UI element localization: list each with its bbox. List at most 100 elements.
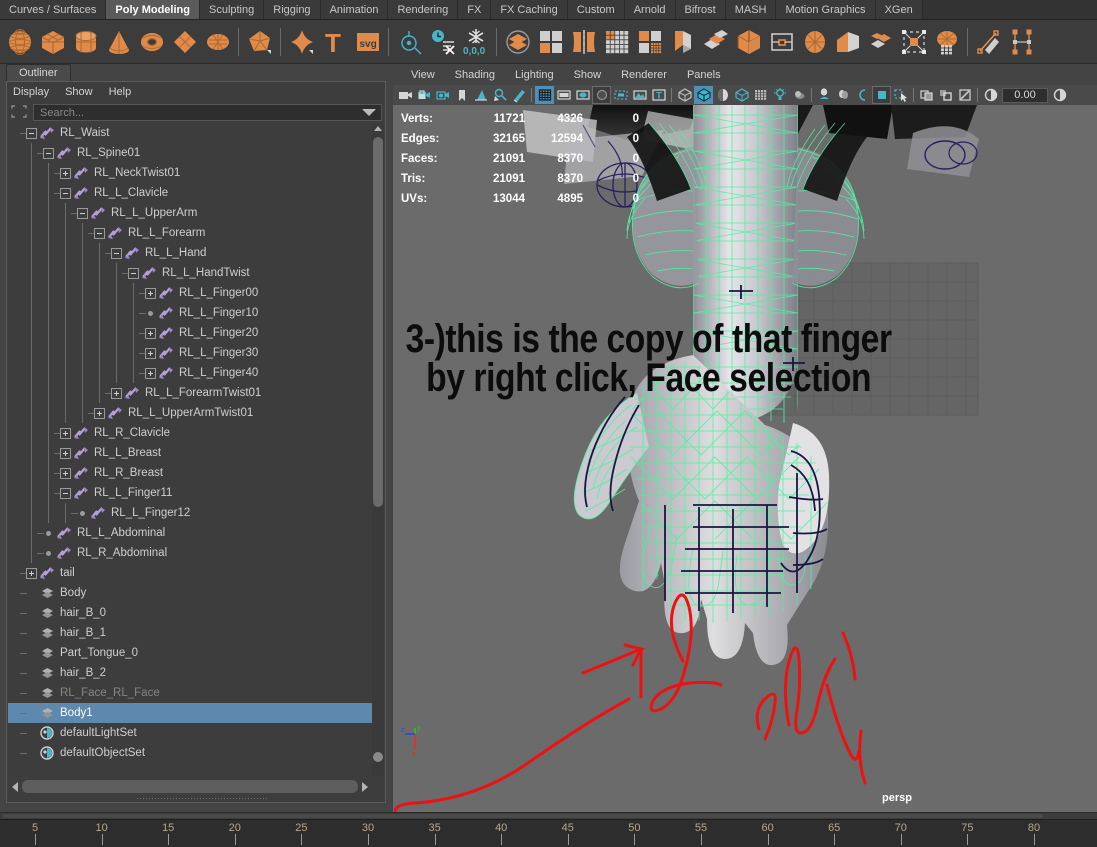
tree-expander-minus[interactable]	[43, 147, 54, 159]
tree-expander-minus[interactable]	[94, 227, 105, 239]
tree-row[interactable]: RL_L_Hand	[8, 243, 372, 263]
multi-cut-icon[interactable]	[930, 22, 963, 62]
tree-row[interactable]: RL_L_UpperArmTwist01	[8, 403, 372, 423]
tree-row[interactable]: defaultLightSet	[8, 723, 372, 743]
target-weld-icon[interactable]	[897, 22, 930, 62]
tree-row[interactable]: RL_L_Abdominal	[8, 523, 372, 543]
horizontal-scroll-thumb[interactable]	[22, 780, 358, 793]
image-plane-icon[interactable]	[471, 86, 490, 104]
shelf-tab-animation[interactable]: Animation	[320, 0, 389, 19]
poly-cylinder-icon[interactable]	[69, 22, 102, 62]
shelf-tab-motion-graphics[interactable]: Motion Graphics	[776, 0, 876, 19]
viewport-menu-show[interactable]: Show	[574, 69, 602, 81]
viewport-menu-shading[interactable]: Shading	[455, 69, 495, 81]
poly-type-text-icon[interactable]: T	[318, 22, 351, 62]
circularize-icon[interactable]	[798, 22, 831, 62]
tree-row[interactable]: Body1	[8, 703, 372, 723]
hud-text-icon[interactable]: T	[649, 86, 668, 104]
film-gate-icon[interactable]	[554, 86, 573, 104]
viewport-menu-renderer[interactable]: Renderer	[621, 69, 667, 81]
poly-disc-icon[interactable]	[201, 22, 234, 62]
tree-row[interactable]: RL_Waist	[8, 123, 372, 143]
vertical-scroll-thumb[interactable]	[373, 137, 383, 507]
tree-row[interactable]: defaultObjectSet	[8, 743, 372, 763]
safe-action-icon[interactable]	[630, 86, 649, 104]
tree-expander-plus[interactable]	[145, 367, 156, 379]
outliner-menu-help[interactable]: Help	[109, 86, 132, 98]
scroll-up-arrow-icon[interactable]	[372, 123, 384, 135]
multisample-icon[interactable]	[853, 86, 872, 104]
tree-row[interactable]: RL_L_Breast	[8, 443, 372, 463]
tree-expander-plus[interactable]	[145, 327, 156, 339]
bevel-icon[interactable]	[699, 22, 732, 62]
search-input[interactable]: Search...	[33, 104, 382, 121]
shadows-icon[interactable]	[789, 86, 808, 104]
tree-row[interactable]: RL_L_UpperArm	[8, 203, 372, 223]
viewport-menu-view[interactable]: View	[411, 69, 435, 81]
tree-row[interactable]: RL_R_Clavicle	[8, 423, 372, 443]
gate-mask-icon[interactable]	[592, 86, 611, 104]
poly-svg-icon[interactable]: svg	[351, 22, 384, 62]
insert-edge-loop-icon[interactable]	[1005, 22, 1038, 62]
extrude-icon[interactable]	[666, 22, 699, 62]
tree-expander-plus[interactable]	[94, 407, 105, 419]
scroll-knob[interactable]	[373, 752, 383, 762]
tree-expander-minus[interactable]	[128, 267, 139, 279]
shelf-tab-fx[interactable]: FX	[458, 0, 492, 19]
range-slider-thumb[interactable]	[3, 814, 1043, 818]
depth-of-field-icon[interactable]	[872, 86, 891, 104]
smooth-shade-selected-icon[interactable]	[713, 86, 732, 104]
sculpt-target-icon[interactable]	[393, 22, 426, 62]
bounding-box-icon[interactable]	[751, 86, 770, 104]
tree-expander-plus[interactable]	[60, 447, 71, 459]
tree-row[interactable]: RL_L_Clavicle	[8, 183, 372, 203]
grid-toggle-icon[interactable]	[535, 86, 554, 104]
flat-shade-icon[interactable]	[732, 86, 751, 104]
tree-row[interactable]: RL_L_Finger40	[8, 363, 372, 383]
tree-row[interactable]: RL_NeckTwist01	[8, 163, 372, 183]
shelf-tab-rigging[interactable]: Rigging	[264, 0, 321, 19]
tree-row[interactable]: RL_Face_RL_Face	[8, 683, 372, 703]
pick-selection-icon[interactable]	[10, 104, 30, 121]
outliner-menu-display[interactable]: Display	[13, 86, 49, 98]
tree-expander-plus[interactable]	[145, 287, 156, 299]
separate-icon[interactable]	[534, 22, 567, 62]
outliner-horizontal-scrollbar[interactable]	[8, 778, 372, 795]
poly-super-shape-icon[interactable]	[285, 22, 318, 62]
two-d-pan-zoom-icon[interactable]	[490, 86, 509, 104]
tree-row[interactable]: tail	[8, 563, 372, 583]
history-clock-icon[interactable]	[426, 22, 459, 62]
tree-row[interactable]: Body	[8, 583, 372, 603]
tree-row[interactable]: hair_B_2	[8, 663, 372, 683]
shelf-tab-fx-caching[interactable]: FX Caching	[491, 0, 568, 19]
knife-cut-icon[interactable]	[972, 22, 1005, 62]
tree-expander-plus[interactable]	[60, 167, 71, 179]
scroll-right-arrow-icon[interactable]	[358, 778, 372, 795]
tab-outliner[interactable]: Outliner	[6, 64, 71, 82]
tree-row[interactable]: Part_Tongue_0	[8, 643, 372, 663]
camera-attributes-icon[interactable]	[433, 86, 452, 104]
combine-icon[interactable]	[501, 22, 534, 62]
tree-row[interactable]: RL_L_Finger20	[8, 323, 372, 343]
tree-row[interactable]: RL_L_ForearmTwist01	[8, 383, 372, 403]
tree-row[interactable]: RL_L_Finger12	[8, 503, 372, 523]
merge-icon[interactable]	[864, 22, 897, 62]
isolate-select-icon[interactable]	[891, 86, 910, 104]
tree-expander-minus[interactable]	[60, 187, 71, 199]
xray-joints-icon[interactable]	[936, 86, 955, 104]
tree-expander-plus[interactable]	[145, 347, 156, 359]
viewport-canvas[interactable]: Verts: 11721 4326 0 Edges: 32165 12594 0 Faces: 2…	[393, 105, 1097, 812]
shelf-tab-curves-surfaces[interactable]: Curves / Surfaces	[0, 0, 107, 19]
tree-expander-plus[interactable]	[26, 567, 37, 579]
tree-row[interactable]: RL_L_Finger11	[8, 483, 372, 503]
resolution-gate-icon[interactable]	[573, 86, 592, 104]
bridge-icon[interactable]	[732, 22, 765, 62]
poly-plane-icon[interactable]	[168, 22, 201, 62]
poly-cube-icon[interactable]	[36, 22, 69, 62]
poly-torus-icon[interactable]	[135, 22, 168, 62]
grease-pencil-icon[interactable]	[509, 86, 528, 104]
retopologize-icon[interactable]	[633, 22, 666, 62]
tree-expander-plus[interactable]	[60, 467, 71, 479]
viewport-menu-lighting[interactable]: Lighting	[515, 69, 554, 81]
tree-row[interactable]: RL_Spine01	[8, 143, 372, 163]
